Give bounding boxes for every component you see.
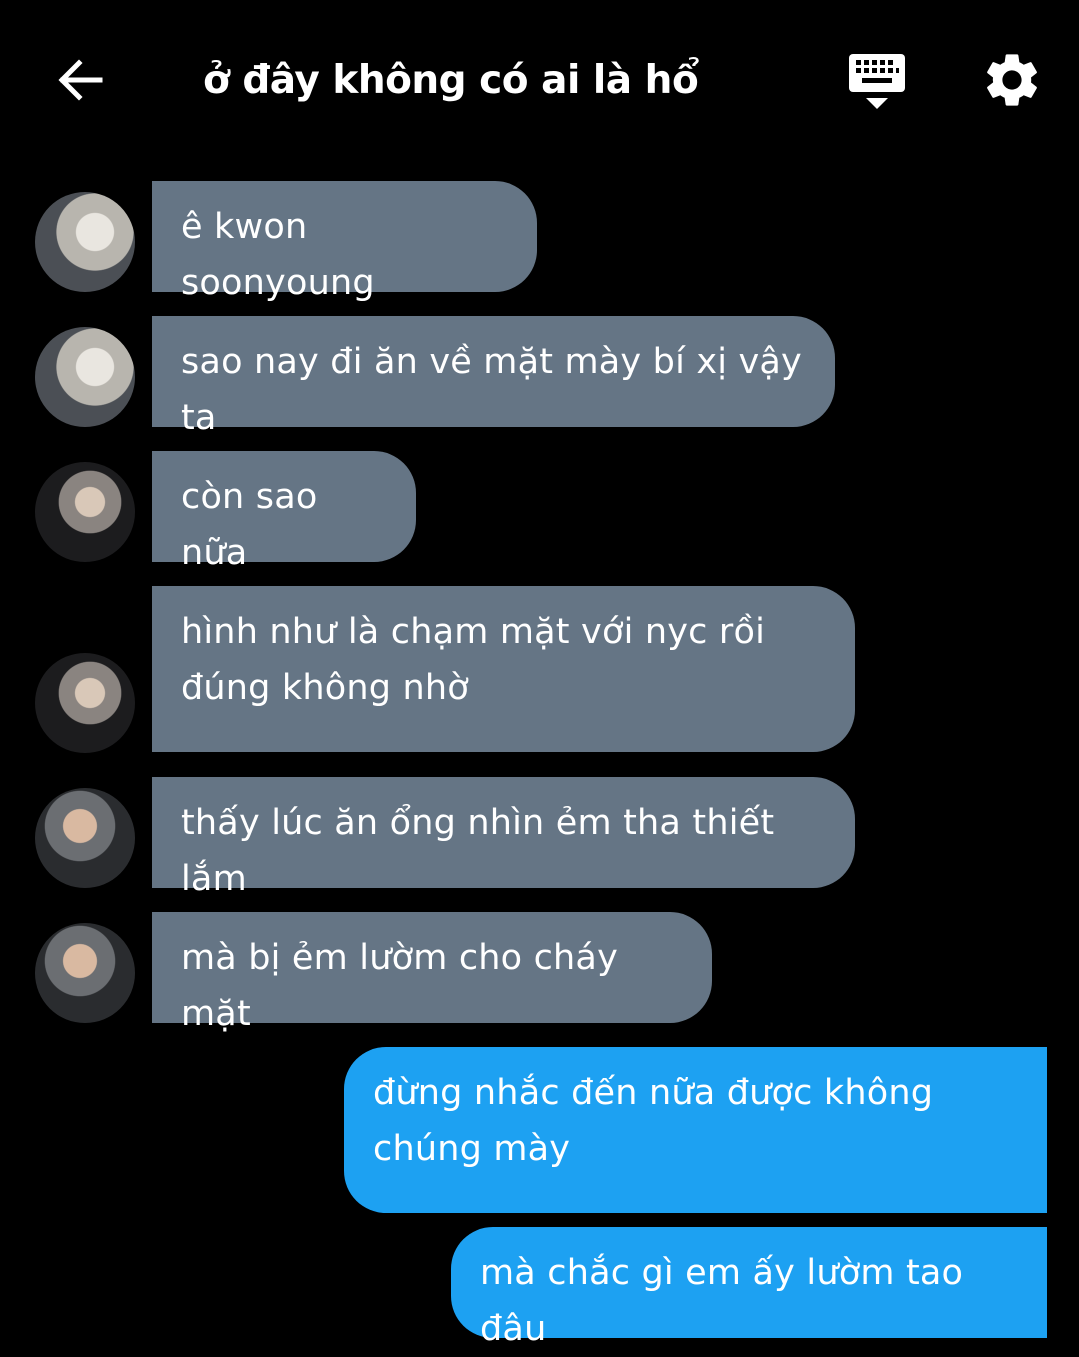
message-bubble-sent: mà chắc gì em ấy lườm tao đâu bbox=[451, 1227, 1047, 1349]
message-bubble-received: còn sao nữa bbox=[152, 451, 416, 573]
avatar[interactable] bbox=[35, 788, 135, 888]
avatar[interactable] bbox=[35, 923, 135, 1023]
back-button[interactable] bbox=[52, 52, 108, 108]
avatar[interactable] bbox=[35, 462, 135, 562]
message-bubble-received: ê kwon soonyoung bbox=[152, 181, 537, 303]
avatar[interactable] bbox=[35, 653, 135, 753]
avatar[interactable] bbox=[35, 192, 135, 292]
keyboard-hide-icon bbox=[849, 54, 905, 109]
keyboard-toggle-button[interactable] bbox=[845, 50, 909, 114]
message-bubble-received: mà bị ẻm lườm cho cháy mặt bbox=[152, 912, 712, 1034]
avatar[interactable] bbox=[35, 327, 135, 427]
arrow-left-icon bbox=[58, 59, 103, 101]
gear-icon bbox=[987, 54, 1037, 106]
message-bubble-received: hình như là chạm mặt với nyc rồi đúng kh… bbox=[152, 586, 855, 752]
chat-header: ở đây không có ai là hổ bbox=[0, 0, 1079, 165]
chat-title: ở đây không có ai là hổ bbox=[203, 58, 699, 103]
message-bubble-received: sao nay đi ăn về mặt mày bí xị vậy ta bbox=[152, 316, 835, 438]
settings-button[interactable] bbox=[980, 48, 1044, 112]
message-bubble-sent: đừng nhắc đến nữa được không chúng mày bbox=[344, 1047, 1047, 1213]
message-bubble-received: thấy lúc ăn ổng nhìn ẻm tha thiết lắm bbox=[152, 777, 855, 899]
